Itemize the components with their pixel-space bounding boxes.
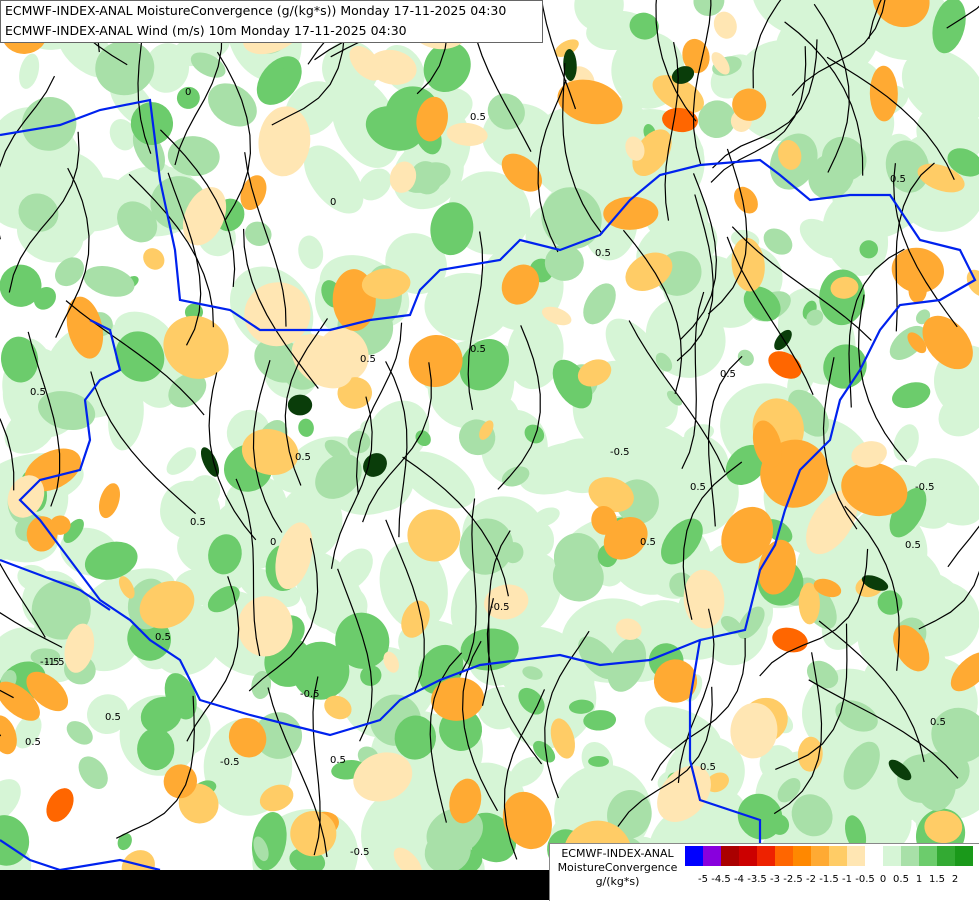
legend-swatch <box>811 846 829 866</box>
legend-tick-label: -2 <box>806 874 816 885</box>
legend-ticks: -5 -4.5 -4 -3.5 -3 -2.5 -2 -1.5 -1 -0.5 0 0.5 1 1.5 2 <box>685 874 979 888</box>
header-line-wind: ECMWF-INDEX-ANAL Wind (m/s) 10m Monday 1… <box>5 23 407 38</box>
legend-units: g/(kg*s) <box>595 875 640 888</box>
legend-swatch <box>757 846 775 866</box>
contour-label: 0.5 <box>905 540 921 551</box>
contour-label: -0.5 <box>610 447 630 458</box>
contour-label: 0.5 <box>690 482 706 493</box>
contour-label: 0.5 <box>105 712 121 723</box>
legend-swatch <box>955 846 973 866</box>
legend-tick-label: -3.5 <box>747 874 767 885</box>
legend-tick-label: 0 <box>879 874 887 885</box>
legend-tick-label: -0.5 <box>855 874 875 885</box>
legend-swatch <box>739 846 757 866</box>
contour-label: 0 <box>330 197 336 208</box>
legend-tick-label: -4.5 <box>711 874 731 885</box>
contour-label: 0.5 <box>640 537 656 548</box>
legend-swatches <box>685 846 973 866</box>
bottom-black-band <box>0 870 549 900</box>
legend-tick-label: -1 <box>842 874 852 885</box>
legend-tick-label: -5 <box>698 874 708 885</box>
contour-label: 0 <box>270 537 276 548</box>
moisture-convergence-map: -0.5 0.5 0 -1.5 0.5 -0.5 0.5 0.5 -0.5 0 -0.5 0.5 0.5… <box>0 0 979 900</box>
contour-label: 0.5 <box>470 112 486 123</box>
contour-label: 0.5 <box>190 517 206 528</box>
field-cell <box>287 394 313 416</box>
contour-label: 0.5 <box>25 737 41 748</box>
contour-label: 0.5 <box>700 762 716 773</box>
legend-tick-label: 1 <box>915 874 923 885</box>
legend-swatch <box>883 846 901 866</box>
legend-tick-label: -1.5 <box>819 874 839 885</box>
contour-label: 0.5 <box>720 369 736 380</box>
contour-label: 0.5 <box>30 387 46 398</box>
contour-label: 0.5 <box>470 344 486 355</box>
contour-label: 0.5 <box>890 174 906 185</box>
legend-tick-label: -3 <box>770 874 780 885</box>
legend-swatch <box>937 846 955 866</box>
legend-swatch <box>685 846 703 866</box>
contour-label: -0.5 <box>300 689 320 700</box>
legend-tick-label: 1.5 <box>929 874 945 885</box>
color-legend: ECMWF-INDEX-ANAL MoistureConvergence g/(… <box>549 843 979 901</box>
legend-swatch <box>865 846 883 866</box>
contour-label: 0.5 <box>295 452 311 463</box>
legend-tick-label: -2.5 <box>783 874 803 885</box>
field-cell <box>137 727 175 771</box>
contour-label: 0.5 <box>155 632 171 643</box>
contour-label: -0.5 <box>350 847 370 858</box>
legend-swatch <box>793 846 811 866</box>
contour-label: -0.5 <box>490 602 510 613</box>
contour-label: -1.5 <box>40 657 60 668</box>
contour-label: 0 <box>185 87 191 98</box>
contour-label: -0.5 <box>220 757 240 768</box>
contour-label: 0.5 <box>930 717 946 728</box>
legend-title-model: ECMWF-INDEX-ANAL <box>561 847 674 860</box>
legend-swatch <box>703 846 721 866</box>
legend-tick-label: -4 <box>734 874 744 885</box>
legend-swatch <box>775 846 793 866</box>
legend-swatch <box>901 846 919 866</box>
map-header: ECMWF-INDEX-ANAL MoistureConvergence (g/… <box>0 0 543 43</box>
field-cell <box>859 240 879 259</box>
legend-swatch <box>847 846 865 866</box>
legend-tick-label: 0.5 <box>893 874 909 885</box>
contour-label: -0.5 <box>915 482 935 493</box>
contour-label: 0.5 <box>360 354 376 365</box>
contour-label: 0.5 <box>330 755 346 766</box>
legend-tick-label: 2 <box>951 874 959 885</box>
contour-label: 0.5 <box>595 248 611 259</box>
header-line-moisture: ECMWF-INDEX-ANAL MoistureConvergence (g/… <box>5 3 507 18</box>
legend-swatch <box>829 846 847 866</box>
legend-swatch <box>721 846 739 866</box>
legend-title-param: MoistureConvergence <box>557 861 678 874</box>
legend-swatch <box>919 846 937 866</box>
